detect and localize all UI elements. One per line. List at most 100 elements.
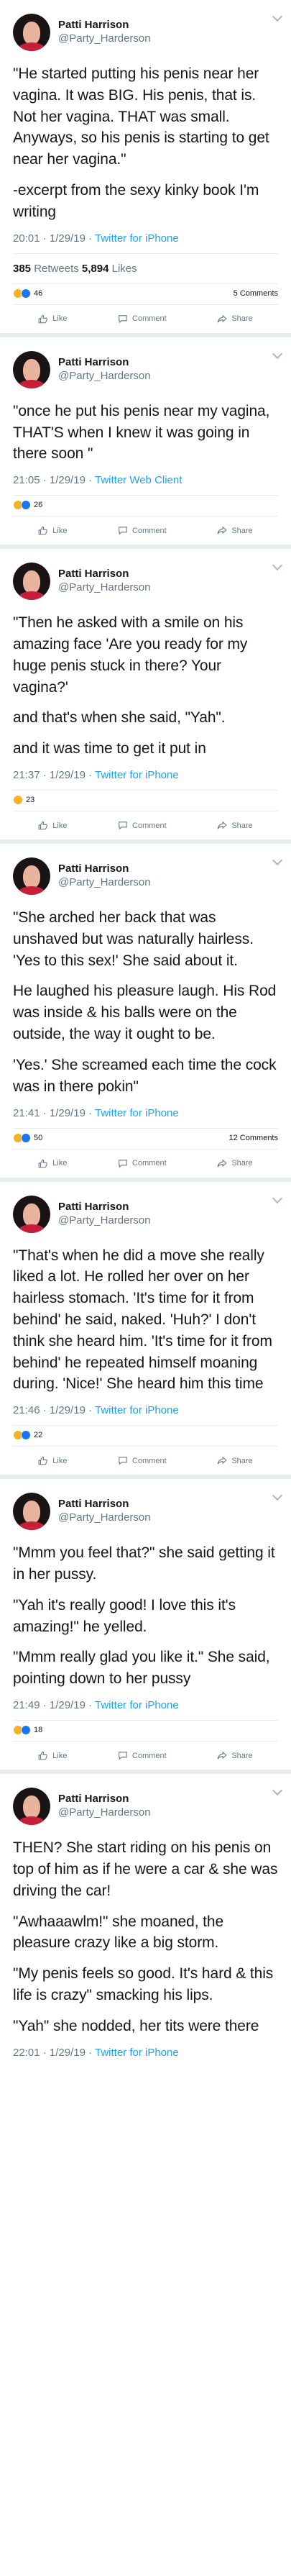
share-label: Share <box>231 1159 253 1168</box>
reaction-summary[interactable]: 23 <box>13 795 34 805</box>
tweet-source-link[interactable]: Twitter for iPhone <box>95 769 179 781</box>
comment-button[interactable]: Comment <box>118 526 167 535</box>
tweet-source-link[interactable]: Twitter for iPhone <box>95 2047 179 2059</box>
share-label: Share <box>231 526 253 535</box>
share-button[interactable]: Share <box>217 1159 253 1168</box>
tweet-source-link[interactable]: Twitter Web Client <box>95 474 182 486</box>
author-name[interactable]: Patti Harrison <box>58 19 151 32</box>
like-icon <box>38 526 48 535</box>
like-count[interactable]: 5,894 <box>82 263 109 275</box>
reaction-summary[interactable]: 22 <box>13 1430 43 1441</box>
comment-button[interactable]: Comment <box>118 1456 167 1465</box>
author-handle[interactable]: @Party_Harderson <box>58 1806 151 1820</box>
reaction-summary[interactable]: 26 <box>13 500 42 511</box>
tweet-timestamp[interactable]: 22:01 · 1/29/19 · <box>13 2047 92 2059</box>
tweet-header: Patti Harrison @Party_Harderson <box>13 1490 278 1532</box>
comment-label: Comment <box>132 314 167 324</box>
author-block: Patti Harrison @Party_Harderson <box>58 19 151 46</box>
comment-icon <box>119 527 127 535</box>
avatar-face <box>23 865 40 888</box>
author-name[interactable]: Patti Harrison <box>58 568 151 581</box>
reaction-summary[interactable]: 46 <box>13 288 42 299</box>
tweet-text: "Mmm you feel that?" she said getting it… <box>13 1542 278 1690</box>
action-bar: Like Comment Share <box>13 1148 278 1178</box>
author-name[interactable]: Patti Harrison <box>58 863 151 876</box>
share-icon <box>217 1751 227 1760</box>
avatar[interactable] <box>13 1493 50 1531</box>
author-name[interactable]: Patti Harrison <box>58 356 151 370</box>
tweet-source-link[interactable]: Twitter for iPhone <box>95 1404 179 1416</box>
like-button[interactable]: Like <box>38 1159 67 1168</box>
reaction-count: 23 <box>26 796 35 804</box>
author-handle[interactable]: @Party_Harderson <box>58 581 151 595</box>
comment-label: Comment <box>132 526 167 535</box>
tweet-timestamp[interactable]: 20:01 · 1/29/19 · <box>13 232 92 245</box>
tweet-paragraph: "Awhaaawlm!" she moaned, the pleasure cr… <box>13 1913 224 1952</box>
author-name[interactable]: Patti Harrison <box>58 1793 151 1806</box>
tweet-paragraph: "Then he asked with a smile on his amazi… <box>13 614 248 696</box>
action-bar: Like Comment Share <box>13 516 278 545</box>
share-button[interactable]: Share <box>217 314 253 324</box>
reaction-summary[interactable]: 50 <box>13 1132 42 1143</box>
author-name[interactable]: Patti Harrison <box>58 1201 151 1214</box>
like-icon <box>38 821 48 830</box>
like-icon <box>38 314 48 323</box>
avatar[interactable] <box>13 14 50 51</box>
comment-button[interactable]: Comment <box>118 314 167 324</box>
reaction-summary[interactable]: 18 <box>13 1725 42 1736</box>
author-block: Patti Harrison @Party_Harderson <box>58 1498 151 1525</box>
retweet-count[interactable]: 385 <box>13 263 31 275</box>
like-button[interactable]: Like <box>38 1751 67 1760</box>
like-button[interactable]: Like <box>38 314 67 324</box>
tweet-timestamp[interactable]: 21:37 · 1/29/19 · <box>13 769 92 781</box>
tweet-header: Patti Harrison @Party_Harderson <box>13 349 278 391</box>
tweet-card: Patti Harrison @Party_Harderson "once he p… <box>0 332 291 545</box>
tweet-paragraph: -excerpt from the sexy kinky book I'm wr… <box>13 182 259 220</box>
author-name[interactable]: Patti Harrison <box>58 1498 151 1511</box>
share-button[interactable]: Share <box>217 526 253 535</box>
like-reaction-icon <box>21 1430 31 1441</box>
avatar[interactable] <box>13 563 50 601</box>
author-handle[interactable]: @Party_Harderson <box>58 370 151 383</box>
comment-button[interactable]: Comment <box>118 821 167 830</box>
author-handle[interactable]: @Party_Harderson <box>58 876 151 890</box>
tweet-timestamp[interactable]: 21:05 · 1/29/19 · <box>13 474 92 486</box>
avatar[interactable] <box>13 857 50 895</box>
reaction-bar: 26 <box>13 495 278 516</box>
comment-count[interactable]: 12 Comments <box>229 1134 278 1142</box>
avatar[interactable] <box>13 1195 50 1233</box>
share-label: Share <box>231 1751 253 1760</box>
author-handle[interactable]: @Party_Harderson <box>58 1511 151 1525</box>
comment-icon <box>119 1159 127 1168</box>
reaction-count: 22 <box>34 1431 43 1440</box>
share-button[interactable]: Share <box>217 1751 253 1760</box>
like-label: Like <box>52 314 68 324</box>
author-handle[interactable]: @Party_Harderson <box>58 1214 151 1228</box>
avatar[interactable] <box>13 350 50 388</box>
tweet-paragraph: 'Yes.' She screamed each time the cock w… <box>13 1056 277 1095</box>
tweet-timestamp[interactable]: 21:46 · 1/29/19 · <box>13 1404 92 1416</box>
tweet-text: "He started putting his penis near her v… <box>13 63 278 223</box>
like-button[interactable]: Like <box>38 821 67 830</box>
comment-icon <box>119 1457 127 1465</box>
like-icon <box>38 1456 48 1465</box>
reaction-bar: 23 <box>13 790 278 811</box>
tweet-timestamp[interactable]: 21:49 · 1/29/19 · <box>13 1699 92 1711</box>
comment-button[interactable]: Comment <box>118 1159 167 1168</box>
comment-label: Comment <box>132 1456 167 1465</box>
tweet-source-link[interactable]: Twitter for iPhone <box>95 1107 179 1119</box>
tweet-source-link[interactable]: Twitter for iPhone <box>95 1699 179 1711</box>
haha-reaction-icon <box>13 795 23 805</box>
share-button[interactable]: Share <box>217 1456 253 1465</box>
tweet-timestamp[interactable]: 21:41 · 1/29/19 · <box>13 1107 92 1119</box>
avatar[interactable] <box>13 1788 50 1826</box>
like-button[interactable]: Like <box>38 526 67 535</box>
tweet-source-link[interactable]: Twitter for iPhone <box>95 232 179 245</box>
author-handle[interactable]: @Party_Harderson <box>58 32 151 46</box>
tweet-card: Patti Harrison @Party_Harderson "She arche… <box>0 839 291 1178</box>
tweet-paragraph: "Yah" she nodded, her tits were there <box>13 2017 259 2034</box>
like-button[interactable]: Like <box>38 1456 67 1465</box>
comment-button[interactable]: Comment <box>118 1751 167 1760</box>
comment-count[interactable]: 5 Comments <box>234 289 278 298</box>
share-button[interactable]: Share <box>217 821 253 830</box>
